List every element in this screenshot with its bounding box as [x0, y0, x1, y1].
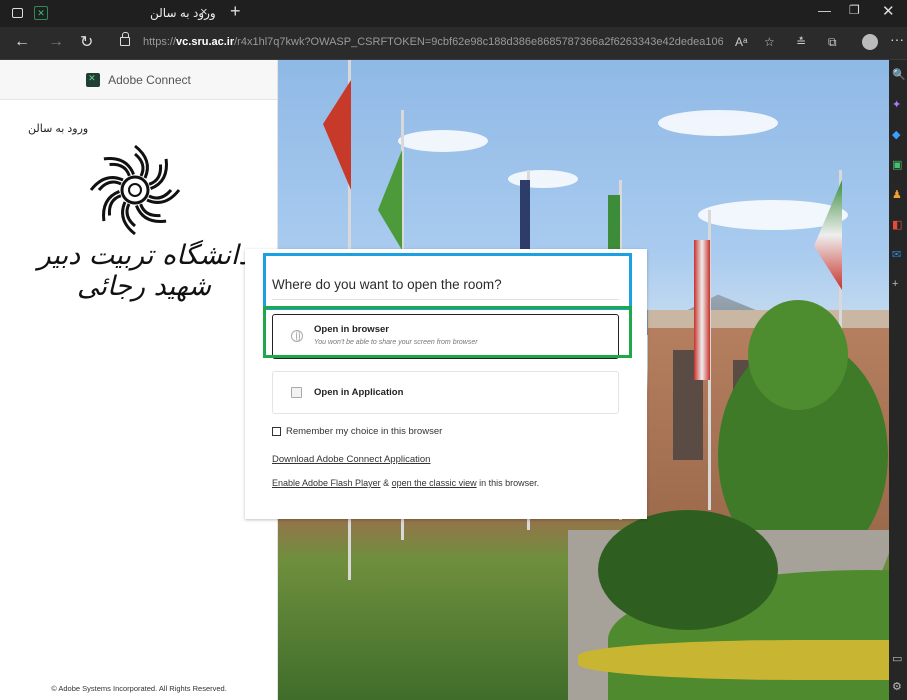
back-icon[interactable]: ←	[14, 33, 30, 51]
brand-header: Adobe Connect	[0, 60, 277, 100]
favorite-icon[interactable]: ☆	[764, 35, 775, 49]
flag	[378, 150, 402, 250]
university-name: دانشگاه تربیت دبیر شهید رجائی	[37, 240, 251, 302]
adobe-connect-logo-icon	[86, 72, 101, 87]
url-path: /r4x1hl7q7kwk?OWASP_CSRFTOKEN=9cbf62e98c…	[234, 36, 723, 48]
favorites-icon[interactable]: ≛	[796, 35, 806, 49]
application-icon	[291, 387, 302, 398]
office-icon[interactable]: ◧	[892, 218, 902, 231]
search-icon[interactable]: 🔍	[892, 68, 906, 81]
open-in-application-label: Open in Application	[314, 387, 404, 398]
hide-sidebar-icon[interactable]: ▭	[892, 652, 902, 665]
brand-name: Adobe Connect	[108, 72, 191, 87]
window-close-icon[interactable]: ✕	[882, 2, 895, 20]
new-tab-button[interactable]: +	[230, 1, 241, 22]
room-name: ورود به سالن	[28, 123, 89, 135]
remember-label: Remember my choice in this browser	[286, 426, 443, 437]
highlight-box-green	[263, 306, 632, 358]
page: Adobe Connect ورود به سالن دانشگاه تربیت…	[0, 60, 889, 700]
read-aloud-icon[interactable]: Aᵃ	[735, 35, 747, 49]
tab-bar: ✕ ورود به سالن × + — ❐ ✕	[0, 0, 907, 27]
settings-icon[interactable]: ⚙	[892, 680, 902, 693]
download-application-link[interactable]: Download Adobe Connect Application	[272, 454, 430, 465]
university-emblem-icon	[89, 144, 181, 236]
address-bar: ← → ↻ https://vc.sru.ac.ir/r4x1hl7q7kwk?…	[0, 27, 907, 60]
and-text: &	[380, 478, 392, 488]
flash-line: Enable Adobe Flash Player & open the cla…	[272, 478, 539, 488]
cloud	[508, 170, 578, 188]
remember-checkbox[interactable]	[272, 427, 281, 436]
url-host: vc.sru.ac.ir	[176, 36, 235, 48]
collections-icon[interactable]: ⧉	[828, 35, 837, 50]
flag	[814, 180, 842, 290]
add-sidebar-icon[interactable]: +	[892, 278, 898, 290]
more-icon[interactable]: ···	[890, 31, 904, 47]
tab-close-button[interactable]: ×	[200, 4, 208, 19]
games-icon[interactable]: ♟	[892, 188, 902, 201]
enable-flash-link[interactable]: Enable Adobe Flash Player	[272, 478, 381, 488]
classic-view-link[interactable]: open the classic view	[392, 478, 477, 488]
open-in-application-button[interactable]: Open in Application	[272, 371, 619, 414]
url-field[interactable]: https://vc.sru.ac.ir/r4x1hl7q7kwk?OWASP_…	[143, 36, 723, 48]
lock-icon[interactable]	[120, 32, 130, 46]
tools-icon[interactable]: ▣	[892, 158, 902, 171]
profile-icon[interactable]	[862, 34, 878, 50]
flag	[694, 240, 710, 380]
tree	[748, 300, 848, 410]
edge-sidebar: 🔍 ✦ ◆ ▣ ♟ ◧ ✉ + ▭ ⚙	[889, 60, 907, 700]
remember-choice[interactable]: Remember my choice in this browser	[272, 426, 442, 437]
url-prefix: https://	[143, 36, 177, 48]
tail-text: in this browser.	[476, 478, 540, 488]
reload-icon[interactable]: ↻	[80, 32, 93, 52]
adobe-connect-favicon-icon: ✕	[34, 6, 48, 20]
left-panel: Adobe Connect ورود به سالن دانشگاه تربیت…	[0, 60, 278, 700]
flag	[520, 180, 530, 260]
bush	[598, 510, 778, 630]
shopping-icon[interactable]: ◆	[892, 128, 900, 141]
forward-icon[interactable]: →	[48, 33, 64, 51]
restore-icon[interactable]: ❐	[849, 3, 860, 17]
flag	[323, 80, 351, 190]
cloud	[658, 110, 778, 136]
cloud	[398, 130, 488, 152]
minimize-icon[interactable]: —	[818, 3, 831, 18]
outlook-icon[interactable]: ✉	[892, 248, 901, 261]
tab-actions-icon[interactable]	[12, 8, 23, 18]
copyright: © Adobe Systems Incorporated. All Rights…	[51, 684, 227, 693]
copilot-icon[interactable]: ✦	[892, 98, 901, 111]
highlight-box-blue	[263, 253, 632, 310]
